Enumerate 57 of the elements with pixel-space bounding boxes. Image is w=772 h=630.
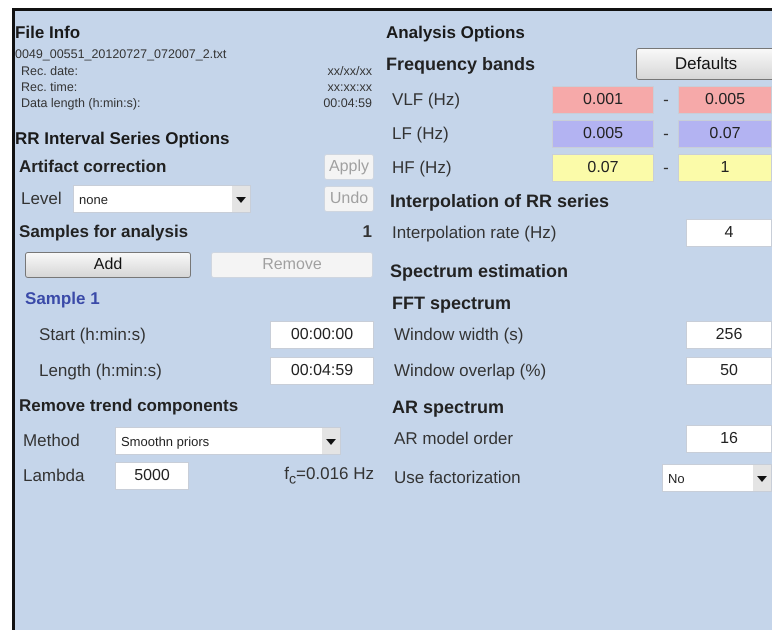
- range-dash: -: [662, 158, 670, 178]
- section-title: File Info: [15, 22, 82, 44]
- defaults-button[interactable]: Defaults: [636, 48, 772, 80]
- field-label: Window overlap (%): [394, 361, 546, 381]
- range-dash: -: [662, 124, 670, 144]
- info-value: xx/xx/xx: [328, 64, 372, 78]
- band-low-field[interactable]: 0.07: [552, 154, 654, 182]
- band-high-field[interactable]: 1: [678, 154, 772, 182]
- group-title: Frequency bands: [386, 54, 536, 74]
- info-value: 00:04:59: [323, 96, 372, 110]
- field-label: Level: [21, 189, 63, 209]
- info-label: Rec. date:: [21, 64, 79, 78]
- info-label: Rec. time:: [21, 80, 78, 94]
- input-field[interactable]: 4: [686, 219, 772, 247]
- field-label: Start (h:min:s): [39, 325, 146, 345]
- info-value: xx:xx:xx: [328, 80, 372, 94]
- group-title: FFT spectrum: [391, 292, 512, 315]
- field-label: Method: [23, 431, 81, 451]
- dropdown[interactable]: No: [662, 464, 772, 492]
- field-label: AR model order: [394, 429, 514, 449]
- band-low-field[interactable]: 0.001: [552, 86, 654, 114]
- cutoff-frequency: f$_{c}$=0.016 Hz: [284, 464, 374, 488]
- caret-icon: [232, 186, 250, 212]
- section-title: Analysis Options: [386, 22, 526, 44]
- info-label: Data length (h:min:s):: [21, 96, 142, 110]
- band-label: HF (Hz): [392, 158, 452, 178]
- field-label: Interpolation rate (Hz): [392, 223, 556, 243]
- input-field[interactable]: 16: [686, 425, 772, 453]
- group-title: Artifact correction: [19, 157, 166, 177]
- field-label: Lambda: [23, 466, 86, 486]
- section-title: RR Interval Series Options: [15, 128, 230, 150]
- dropdown[interactable]: none: [73, 185, 251, 213]
- range-dash: -: [662, 90, 670, 110]
- field-label: Window width (s): [394, 325, 524, 345]
- band-high-field[interactable]: 0.07: [678, 120, 772, 148]
- button[interactable]: Add: [25, 252, 191, 278]
- caret-icon: [322, 428, 340, 454]
- band-label: LF (Hz): [392, 124, 450, 144]
- input-field[interactable]: 00:04:59: [270, 357, 374, 385]
- input-field[interactable]: 50: [686, 357, 772, 385]
- group-title: Spectrum estimation: [389, 260, 570, 283]
- field-label: Length (h:min:s): [39, 361, 162, 381]
- band-low-field[interactable]: 0.005: [552, 120, 654, 148]
- group-title: Interpolation of RR series: [389, 190, 610, 213]
- band-high-field[interactable]: 0.005: [678, 86, 772, 114]
- group-title: Remove trend components: [19, 396, 238, 416]
- group-title: AR spectrum: [391, 396, 506, 419]
- band-label: VLF (Hz): [392, 90, 461, 110]
- dropdown[interactable]: Smoothn priors: [115, 427, 341, 455]
- field-label: Use factorization: [394, 468, 521, 488]
- sample-count: 1: [362, 222, 372, 242]
- input-field[interactable]: 00:00:00: [270, 321, 374, 349]
- file-name: 0049_00551_20120727_072007_2.txt: [15, 47, 226, 61]
- input-field[interactable]: 5000: [115, 462, 189, 490]
- sample-title: Sample 1: [25, 289, 100, 309]
- input-field[interactable]: 256: [686, 321, 772, 349]
- group-title: Samples for analysis: [19, 222, 188, 242]
